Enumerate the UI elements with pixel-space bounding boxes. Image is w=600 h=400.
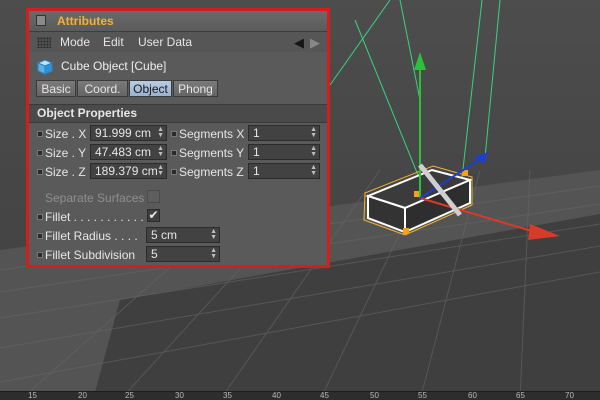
tab-basic[interactable]: Basic — [36, 80, 76, 97]
size-y-label: Size . Y — [45, 146, 87, 160]
animation-dot[interactable] — [171, 150, 177, 156]
panel-titlebar[interactable]: Attributes — [29, 11, 327, 32]
fillet-subdivision-value: 5 — [151, 247, 158, 261]
fillet-radius-field[interactable]: 5 cm ▲ ▼ — [146, 227, 220, 243]
ruler-tick: 65 — [516, 391, 525, 400]
spinner-icon[interactable]: ▲ ▼ — [310, 145, 317, 158]
size-z-row: Size . Z 189.379 cm ▲ ▼ Segments Z 1 ▲ ▼ — [29, 163, 327, 181]
panel-title: Attributes — [57, 14, 114, 28]
ruler-tick: 25 — [125, 391, 134, 400]
ruler-tick: 55 — [418, 391, 427, 400]
panel-menubar: Mode Edit User Data ◀ ▶ — [29, 32, 327, 52]
size-y-row: Size . Y 47.483 cm ▲ ▼ Segments Y 1 ▲ ▼ — [29, 144, 327, 162]
ruler-tick: 35 — [223, 391, 232, 400]
animation-dot[interactable] — [171, 131, 177, 137]
fillet-checkbox[interactable]: ✔ — [147, 209, 160, 222]
segments-x-value: 1 — [253, 126, 260, 140]
animation-dot[interactable] — [37, 169, 43, 175]
ruler-tick: 30 — [175, 391, 184, 400]
section-title: Object Properties — [37, 106, 138, 120]
spinner-icon[interactable]: ▲ ▼ — [310, 126, 317, 139]
fillet-subdivision-field[interactable]: 5 ▲ ▼ — [146, 246, 220, 262]
ruler-tick: 20 — [78, 391, 87, 400]
size-y-field[interactable]: 47.483 cm ▲ ▼ — [90, 144, 167, 160]
fillet-radius-row: Fillet Radius . . . . 5 cm ▲ ▼ — [29, 227, 327, 245]
animation-dot[interactable] — [37, 252, 43, 258]
animation-dot[interactable] — [37, 150, 43, 156]
size-z-value: 189.379 cm — [95, 164, 158, 178]
size-x-value: 91.999 cm — [95, 126, 152, 140]
segments-z-field[interactable]: 1 ▲ ▼ — [248, 163, 320, 179]
ruler-tick: 45 — [320, 391, 329, 400]
animation-dot[interactable] — [171, 169, 177, 175]
menu-mode[interactable]: Mode — [60, 35, 90, 49]
cube-icon — [37, 59, 53, 75]
spinner-icon[interactable]: ▲ ▼ — [210, 247, 217, 260]
object-name: Cube Object [Cube] — [61, 59, 167, 73]
fillet-subdivision-row: Fillet Subdivision 5 ▲ ▼ — [29, 246, 327, 264]
size-x-label: Size . X — [45, 127, 87, 141]
ruler-tick: 70 — [565, 391, 574, 400]
fillet-subdivision-label: Fillet Subdivision — [45, 248, 136, 262]
timeline-ruler[interactable]: 15 20 25 30 35 40 45 50 55 60 65 70 — [0, 391, 600, 400]
ruler-tick: 60 — [468, 391, 477, 400]
spinner-icon[interactable]: ▲ ▼ — [157, 164, 164, 177]
separate-surfaces-label: Separate Surfaces — [45, 191, 145, 205]
section-object-properties[interactable]: Object Properties — [29, 104, 327, 123]
animation-dot[interactable] — [37, 214, 43, 220]
size-z-field[interactable]: 189.379 cm ▲ ▼ — [90, 163, 167, 179]
animation-dot[interactable] — [37, 233, 43, 239]
tab-object[interactable]: Object — [129, 80, 172, 97]
spinner-icon[interactable]: ▲ ▼ — [210, 228, 217, 241]
segments-x-field[interactable]: 1 ▲ ▼ — [248, 125, 320, 141]
ruler-tick: 15 — [28, 391, 37, 400]
tab-coord[interactable]: Coord. — [77, 80, 128, 97]
grip-icon[interactable] — [37, 37, 51, 48]
segments-y-field[interactable]: 1 ▲ ▼ — [248, 144, 320, 160]
separate-surfaces-checkbox[interactable] — [147, 190, 160, 203]
ruler-tick: 50 — [370, 391, 379, 400]
fillet-radius-label: Fillet Radius . . . . — [45, 229, 138, 243]
arrow-left-icon[interactable]: ◀ — [294, 35, 304, 51]
spinner-icon[interactable]: ▲ ▼ — [157, 126, 164, 139]
spinner-icon[interactable]: ▲ ▼ — [157, 145, 164, 158]
segments-y-label: Segments Y — [179, 146, 245, 160]
size-x-field[interactable]: 91.999 cm ▲ ▼ — [90, 125, 167, 141]
segments-x-label: Segments X — [179, 127, 245, 141]
fillet-radius-value: 5 cm — [151, 228, 178, 242]
segments-z-label: Segments Z — [179, 165, 244, 179]
fillet-label: Fillet . . . . . . . . . . . — [45, 210, 144, 224]
menu-edit[interactable]: Edit — [103, 35, 124, 49]
size-y-value: 47.483 cm — [95, 145, 152, 159]
spinner-icon[interactable]: ▲ ▼ — [310, 164, 317, 177]
ruler-tick: 40 — [272, 391, 281, 400]
arrow-right-icon[interactable]: ▶ — [310, 35, 320, 51]
size-z-label: Size . Z — [45, 165, 86, 179]
checkmark-icon: ✔ — [148, 208, 159, 222]
segments-z-value: 1 — [253, 164, 260, 178]
menu-user-data[interactable]: User Data — [138, 35, 192, 49]
grip-icon[interactable] — [36, 15, 46, 26]
attributes-panel: Attributes Mode Edit User Data ◀ ▶ Cube … — [26, 8, 330, 268]
animation-dot[interactable] — [37, 131, 43, 137]
size-x-row: Size . X 91.999 cm ▲ ▼ Segments X 1 ▲ ▼ — [29, 125, 327, 143]
segments-y-value: 1 — [253, 145, 260, 159]
fillet-row: Fillet . . . . . . . . . . . ✔ — [29, 208, 327, 226]
tab-phong[interactable]: Phong — [173, 80, 218, 97]
light-lines — [329, 0, 501, 181]
separate-surfaces-row: Separate Surfaces — [29, 189, 327, 207]
